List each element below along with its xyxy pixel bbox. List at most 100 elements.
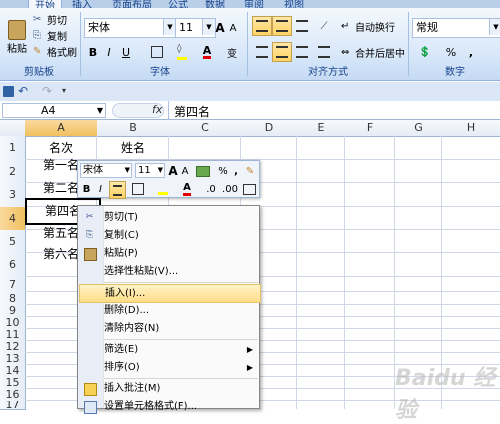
align-top-button[interactable]	[252, 16, 272, 36]
mini-shrink-font-button[interactable]: A	[180, 163, 190, 179]
align-center-button[interactable]	[272, 42, 292, 62]
menu-item-sort[interactable]: 排序(O) ▶	[79, 359, 259, 376]
fill-color-button[interactable]: ◊	[170, 42, 194, 62]
ribbon: 粘贴 ✂ 剪切 ⎘ 复制 ✎ 格式刷 剪贴板 宋体 ▼ 11 ▼ A A B I U ◊ …	[0, 8, 500, 81]
menu-item-copy[interactable]: ⎘ 复制(C)	[79, 227, 259, 244]
align-top-icon	[256, 20, 268, 32]
mini-center-button[interactable]	[109, 181, 126, 199]
comma-button[interactable]: ,	[462, 42, 480, 62]
row-header[interactable]: 2	[0, 160, 26, 184]
column-header-a[interactable]: A	[25, 120, 98, 137]
menu-item-paste-special[interactable]: 选择性粘贴(V)...	[79, 263, 259, 280]
menu-item-cut[interactable]: ✂ 剪切(T)	[79, 209, 259, 226]
menu-item-filter[interactable]: 筛选(E) ▶	[79, 341, 259, 358]
number-format-combo[interactable]: 常规 ▼	[412, 18, 500, 38]
column-header-h[interactable]: H	[442, 120, 500, 137]
fx-icon[interactable]: fx	[152, 103, 162, 116]
align-right-button[interactable]	[292, 42, 312, 62]
number-group-label: 数字	[445, 67, 465, 78]
menu-item-label: 删除(D)...	[104, 305, 150, 316]
tab-data[interactable]: 数据	[205, 0, 225, 11]
menu-item-delete[interactable]: 删除(D)...	[79, 302, 259, 319]
currency-button[interactable]: 💲	[412, 42, 438, 62]
italic-button[interactable]: I	[101, 42, 117, 62]
menu-item-clear-contents[interactable]: 清除内容(N)	[79, 320, 259, 337]
format-painter-button[interactable]: ✎ 格式刷	[32, 43, 80, 60]
font-name-value: 宋体	[88, 21, 110, 34]
align-left-button[interactable]	[252, 42, 272, 62]
mini-fill-color-button[interactable]	[152, 181, 174, 197]
indent-button[interactable]	[312, 42, 336, 62]
shrink-font-button[interactable]: A	[226, 18, 240, 38]
font-name-combo[interactable]: 宋体 ▼	[84, 18, 177, 38]
menu-item-format-cells[interactable]: 设置单元格格式(F)...	[79, 398, 259, 415]
tab-formulas[interactable]: 公式	[168, 0, 188, 11]
percent-button[interactable]: %	[440, 42, 462, 62]
orientation-button[interactable]: ⟋	[312, 16, 336, 36]
mini-percent-button[interactable]: %	[216, 163, 230, 179]
column-header-g[interactable]: G	[395, 120, 443, 137]
row-header[interactable]: 4	[0, 207, 26, 231]
mini-bold-button[interactable]: B	[80, 181, 93, 197]
tab-page-layout[interactable]: 页面布局	[112, 0, 152, 11]
row-header[interactable]: 6	[0, 253, 26, 278]
mini-border-button[interactable]	[127, 181, 149, 197]
grid-line	[296, 136, 297, 409]
menu-item-insert-comment[interactable]: 插入批注(M)	[79, 380, 259, 397]
formula-input[interactable]: 第四名	[174, 103, 210, 120]
align-middle-button[interactable]	[272, 16, 292, 36]
chevron-down-icon: ▼	[489, 19, 500, 35]
menu-separator	[104, 282, 258, 283]
mini-merge-button[interactable]	[241, 181, 257, 197]
font-size-value: 11	[179, 21, 193, 34]
wrap-text-button[interactable]: ↵ 自动换行	[340, 16, 406, 36]
row-header[interactable]: 3	[0, 183, 26, 208]
paste-button[interactable]: 粘贴	[2, 14, 32, 60]
mini-comma-button[interactable]: ,	[231, 163, 241, 179]
customize-qat-icon[interactable]: ▾	[62, 86, 66, 95]
name-box[interactable]: A4 ▼	[2, 103, 106, 118]
row-header[interactable]: 5	[0, 230, 26, 254]
align-bottom-icon	[296, 20, 308, 32]
column-header-e[interactable]: E	[297, 120, 346, 137]
align-bottom-button[interactable]	[292, 16, 312, 36]
paste-label: 粘贴	[7, 43, 27, 55]
menu-item-insert[interactable]: 插入(I)...	[79, 284, 261, 303]
redo-icon[interactable]: ↷	[42, 84, 52, 98]
column-header-d[interactable]: D	[241, 120, 298, 137]
mini-italic-button[interactable]: I	[94, 181, 107, 197]
grow-font-button[interactable]: A	[213, 18, 227, 38]
phonetic-button[interactable]: 变	[220, 42, 244, 62]
column-header-b[interactable]: B	[97, 120, 170, 137]
copy-button[interactable]: ⎘ 复制	[32, 27, 80, 44]
undo-icon[interactable]: ↶	[18, 84, 28, 98]
mini-font-color-button[interactable]: A	[176, 181, 198, 197]
column-header-c[interactable]: C	[169, 120, 242, 137]
underline-button[interactable]: U	[117, 42, 135, 62]
merge-center-button[interactable]: ⇔ 合并后居中	[340, 42, 406, 62]
mini-currency-button[interactable]	[192, 163, 214, 179]
mini-toolbar: 宋体 ▼ 11 ▼ A A % , ✎ B I A .0 .00	[77, 160, 260, 199]
column-header-f[interactable]: F	[345, 120, 396, 137]
border-button[interactable]	[145, 42, 169, 62]
scissors-icon: ✂	[33, 14, 42, 25]
tab-view[interactable]: 视图	[284, 0, 304, 11]
mini-size-combo[interactable]: 11 ▼	[135, 163, 165, 178]
row-header[interactable]: 7	[0, 277, 26, 293]
mini-format-painter-icon[interactable]: ✎	[243, 163, 257, 179]
mini-increase-decimal-button[interactable]: .0	[202, 181, 220, 197]
mini-decrease-decimal-button[interactable]: .00	[221, 181, 239, 197]
cut-button[interactable]: ✂ 剪切	[32, 11, 80, 28]
cell-b1[interactable]: 姓名	[97, 136, 169, 160]
menu-item-paste[interactable]: 粘贴(P)	[79, 245, 259, 262]
bold-button[interactable]: B	[85, 42, 101, 62]
mini-font-combo[interactable]: 宋体 ▼	[80, 163, 132, 178]
mini-grow-font-button[interactable]: A	[167, 163, 179, 179]
select-all-corner[interactable]	[0, 120, 26, 137]
row-header[interactable]: 1	[0, 136, 26, 161]
tab-insert[interactable]: 插入	[72, 0, 92, 11]
save-icon[interactable]	[3, 86, 14, 97]
font-color-button[interactable]: A	[195, 42, 219, 62]
font-size-combo[interactable]: 11 ▼	[175, 18, 216, 38]
tab-review[interactable]: 审阅	[244, 0, 264, 11]
